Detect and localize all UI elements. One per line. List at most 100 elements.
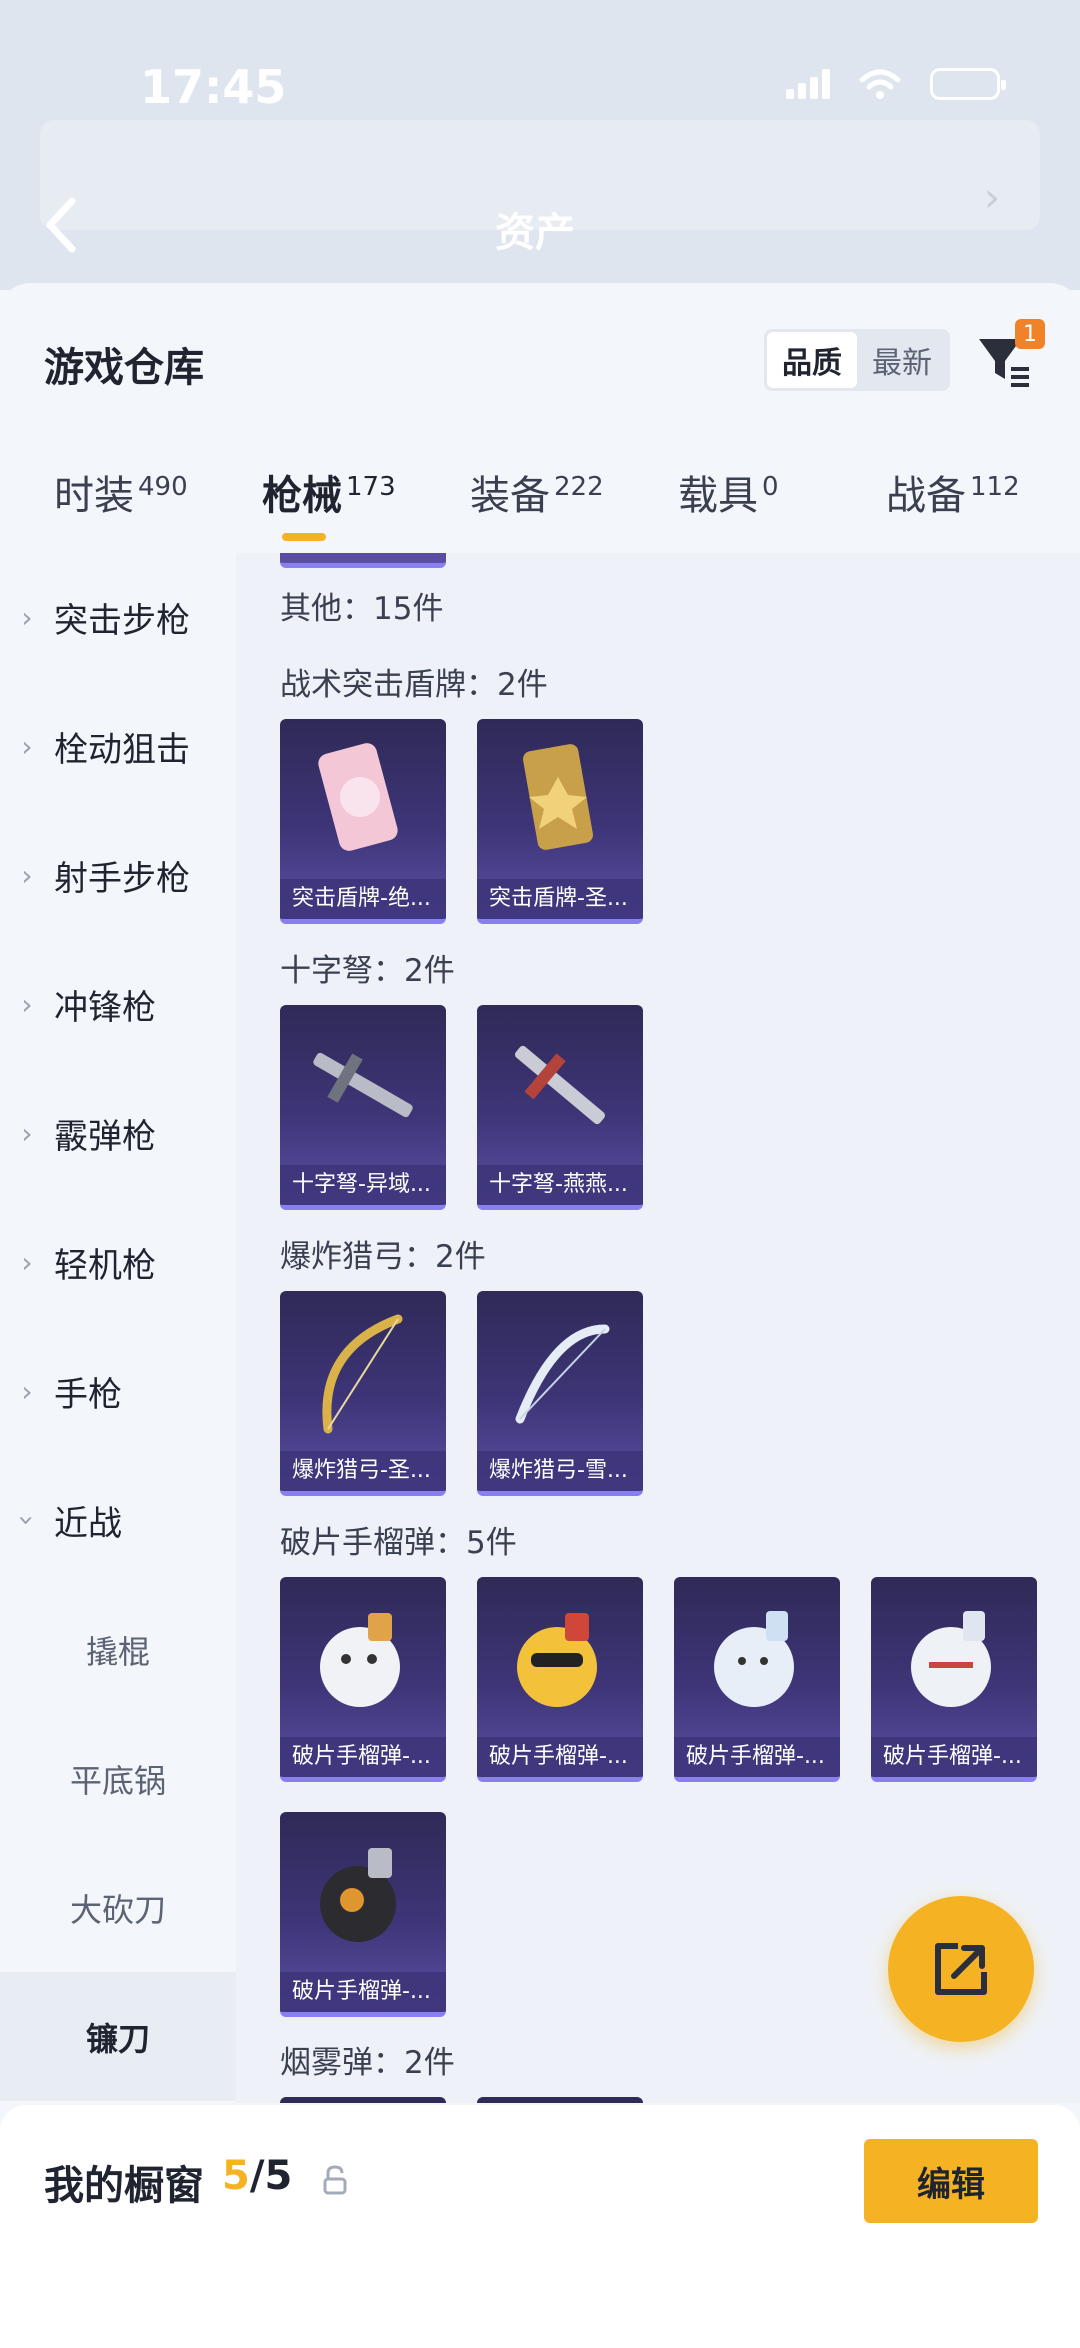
chevron-right-icon: ›	[21, 1375, 33, 1408]
background-page: 17:45 资产 ›	[0, 0, 1080, 290]
sidebar-item-bolt-sniper[interactable]: › 栓动狙击	[0, 682, 236, 811]
background-title: 资产	[495, 210, 575, 256]
chevron-down-icon: ›	[10, 1514, 44, 1527]
category-tabs: 时装 490 枪械 173 装备 222 载具 0 战备 112	[0, 463, 1080, 553]
shield-gold-icon	[523, 744, 593, 850]
tab-fashion[interactable]: 时装 490	[54, 463, 188, 553]
filter-button[interactable]: 1	[975, 319, 1045, 395]
tab-vehicles[interactable]: 载具 0	[678, 463, 779, 553]
sidebar-sub-crowbar[interactable]: 撬棍	[0, 1585, 236, 1714]
item-card-label: 十字弩-异域...	[280, 1165, 446, 1205]
chevron-right-icon: ›	[21, 988, 33, 1021]
item-card[interactable]: 破片手榴弹-...	[280, 1577, 446, 1782]
item-card[interactable]	[280, 553, 446, 568]
item-card-label: 突击盾牌-圣...	[477, 879, 643, 919]
item-card[interactable]: 十字弩-异域...	[280, 1005, 446, 1210]
tab-gear[interactable]: 战备 112	[886, 463, 1020, 553]
showcase-current: 5	[222, 2153, 250, 2199]
section-title: 其他：15件	[280, 591, 444, 627]
showcase-title: 我的橱窗	[44, 2163, 204, 2209]
showcase-footer: 我的橱窗 5/5 编辑	[0, 2105, 1080, 2348]
sidebar-item-lmg[interactable]: › 轻机枪	[0, 1198, 236, 1327]
background-chevron-icon: ›	[984, 175, 1000, 221]
status-icons	[786, 68, 1006, 100]
bow-white-icon	[515, 1324, 610, 1424]
grenade-icon	[911, 1611, 991, 1707]
item-card[interactable]: 突击盾牌-圣...	[477, 719, 643, 924]
item-card[interactable]: 爆炸猎弓-圣...	[280, 1291, 446, 1496]
lock-icon	[323, 2165, 347, 2195]
filter-badge: 1	[1015, 319, 1045, 349]
sidebar-item-label: 冲锋枪	[54, 988, 156, 1028]
section-title: 烟雾弹：2件	[280, 2045, 455, 2081]
chevron-right-icon: ›	[21, 1246, 33, 1279]
sidebar-sub-machete[interactable]: 大砍刀	[0, 1843, 236, 1972]
item-card-label: 破片手榴弹-...	[871, 1737, 1037, 1777]
sidebar-item-marksman-rifle[interactable]: › 射手步枪	[0, 811, 236, 940]
sidebar-item-label: 突击步枪	[54, 601, 190, 641]
item-card-label: 爆炸猎弓-雪...	[477, 1451, 643, 1491]
item-card[interactable]: 突击盾牌-绝...	[280, 719, 446, 924]
crossbow-icon	[313, 1052, 413, 1118]
item-card-label: 破片手榴弹-...	[674, 1737, 840, 1777]
item-card[interactable]: 破片手榴弹-...	[280, 1812, 446, 2017]
section-title: 战术突击盾牌：2件	[280, 667, 548, 703]
chevron-right-icon: ›	[21, 859, 33, 892]
share-button[interactable]	[888, 1896, 1034, 2042]
item-card-label: 破片手榴弹-...	[477, 1737, 643, 1777]
item-card[interactable]: 十字弩-燕燕...	[477, 1005, 643, 1210]
bow-gold-icon	[322, 1314, 403, 1434]
sort-toggle: 品质 最新	[764, 329, 950, 391]
tab-count: 0	[762, 472, 779, 502]
tab-label: 载具	[678, 473, 758, 519]
item-grid: 其他：15件 战术突击盾牌：2件 突击盾牌-绝... 突击盾牌-圣... 十字弩…	[236, 553, 1080, 2103]
chevron-right-icon: ›	[21, 730, 33, 763]
section-title: 十字弩：2件	[280, 953, 455, 989]
item-card[interactable]: 爆炸猎弓-雪...	[477, 1291, 643, 1496]
item-card-label: 破片手榴弹-...	[280, 1972, 446, 2012]
back-arrow-icon[interactable]	[40, 195, 80, 255]
sheet-title: 游戏仓库	[44, 345, 204, 391]
item-card[interactable]	[280, 2097, 446, 2103]
item-card-label: 爆炸猎弓-圣...	[280, 1451, 446, 1491]
tab-count: 112	[970, 472, 1020, 502]
sidebar-item-label: 近战	[54, 1504, 122, 1544]
item-card-label: 突击盾牌-绝...	[280, 879, 446, 919]
sidebar-sub-frying-pan[interactable]: 平底锅	[0, 1714, 236, 1843]
active-tab-indicator	[282, 533, 326, 541]
tab-count: 222	[554, 472, 604, 502]
tab-label: 战备	[886, 473, 966, 519]
sidebar-item-assault-rifle[interactable]: › 突击步枪	[0, 553, 236, 682]
item-card[interactable]: 破片手榴弹-...	[871, 1577, 1037, 1782]
tab-equipment[interactable]: 装备 222	[470, 463, 604, 553]
item-card[interactable]	[477, 2097, 643, 2103]
edit-button[interactable]: 编辑	[864, 2139, 1038, 2223]
sidebar-item-label: 栓动狙击	[54, 730, 190, 770]
item-card-label: 十字弩-燕燕...	[477, 1165, 643, 1205]
item-card-label: 破片手榴弹-...	[280, 1737, 446, 1777]
status-time: 17:45	[140, 60, 287, 114]
grenade-icon	[714, 1611, 794, 1707]
wifi-icon	[859, 69, 901, 99]
sidebar-sub-sickle[interactable]: 镰刀	[0, 1972, 236, 2101]
sidebar-item-pistol[interactable]: › 手枪	[0, 1327, 236, 1456]
chevron-right-icon: ›	[21, 601, 33, 634]
warehouse-sheet: 游戏仓库 品质 最新 1 时装 490 枪械 173 装备 222 载具 0 战备 112…	[0, 283, 1080, 2103]
item-card[interactable]: 破片手榴弹-...	[477, 1577, 643, 1782]
sidebar-item-label: 霰弹枪	[54, 1117, 156, 1157]
sidebar-item-smg[interactable]: › 冲锋枪	[0, 940, 236, 1069]
section-title: 爆炸猎弓：2件	[280, 1239, 486, 1275]
sheet-header: 游戏仓库 品质 最新 1 时装 490 枪械 173 装备 222 载具 0 战备 112	[0, 283, 1080, 553]
sort-newest-button[interactable]: 最新	[857, 332, 947, 388]
sidebar-item-label: 手枪	[54, 1375, 122, 1415]
sidebar-item-melee[interactable]: › 近战	[0, 1456, 236, 1585]
sort-quality-button[interactable]: 品质	[767, 332, 857, 388]
sidebar-item-shotgun[interactable]: › 霰弹枪	[0, 1069, 236, 1198]
shield-pink-icon	[318, 743, 398, 851]
showcase-total: 5	[264, 2153, 293, 2199]
item-card[interactable]: 破片手榴弹-...	[674, 1577, 840, 1782]
signal-icon	[786, 69, 830, 99]
tab-label: 装备	[470, 473, 550, 519]
sidebar-item-label: 射手步枪	[54, 859, 190, 899]
tab-count: 490	[138, 472, 188, 502]
